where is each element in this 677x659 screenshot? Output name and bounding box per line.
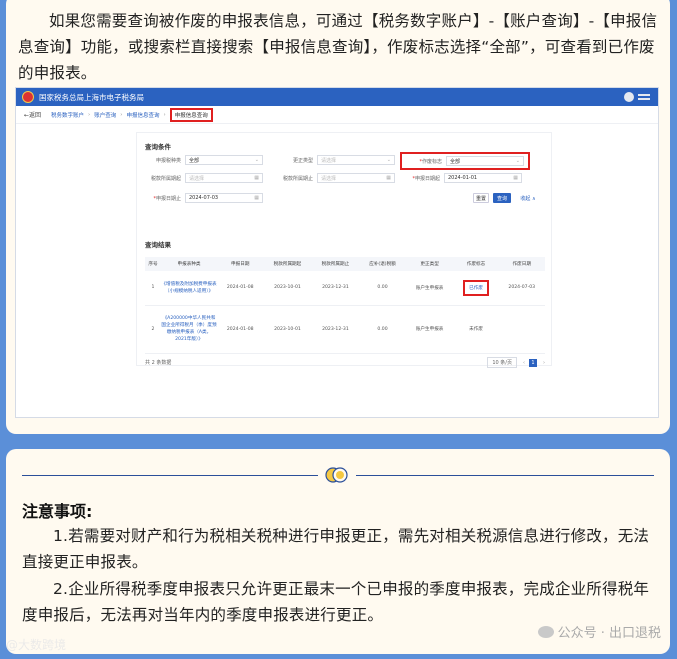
next-page-button[interactable]: ›	[543, 360, 545, 366]
calendar-icon: ▦	[513, 175, 518, 181]
query-panel: 查询条件 申报税种类 全部 ⌄ 更正类型 请选择 ⌄ *作废标志 全部 ⌄ 税款所属期…	[136, 132, 552, 368]
column-header: 申报表种类	[161, 257, 217, 271]
toggle-icon	[325, 467, 348, 483]
declare-end-field: *申报日期止 2024-07-03 ▦	[141, 193, 263, 203]
column-header: 作废标志	[453, 257, 499, 271]
cell-flag: 已作废	[453, 271, 499, 306]
chevron-down-icon: ⌄	[254, 157, 259, 163]
breadcrumb-separator: ›	[88, 111, 91, 118]
table-row: 2 《A200000中华人民共和国企业所得税月（季）度预缴纳税申报表（A类，20…	[145, 305, 545, 354]
cell-void-date	[498, 305, 545, 354]
page-number[interactable]: 1	[529, 358, 537, 367]
cell-type: 账户生申报表	[405, 271, 454, 306]
breadcrumb-separator: ›	[163, 111, 166, 118]
cell-end: 2023-12-31	[311, 271, 360, 306]
void-flag-select[interactable]: 全部 ⌄	[446, 156, 524, 166]
watermark-text: 公众号 · 出口退税	[557, 626, 661, 641]
cell-void-date: 2024-07-03	[498, 271, 545, 306]
void-flag-field: *作废标志 全部 ⌄	[400, 152, 530, 170]
divider-left	[22, 475, 318, 476]
pagination: 共 2 条数据 10 条/页 ‹ 1 ›	[145, 357, 545, 368]
reset-button[interactable]: 重置	[473, 193, 489, 203]
column-header: 税款所属期止	[311, 257, 360, 271]
query-section-title: 查询条件	[145, 143, 171, 151]
field-label: *申报日期止	[153, 195, 181, 202]
cell-date: 2024-01-08	[217, 305, 264, 354]
breadcrumb: ←返回 税务数字账户 › 账户查询 › 申报信息查询 › 申报信息查询	[16, 106, 658, 124]
breadcrumb-item[interactable]: 申报信息查询	[126, 111, 159, 119]
cell-type: 账户生申报表	[405, 305, 454, 354]
chevron-down-icon: ⌄	[386, 157, 391, 163]
field-label: 税款所属期起	[150, 175, 181, 182]
period-end-input[interactable]: 请选择 ▦	[317, 173, 395, 183]
field-label: 申报税种类	[155, 157, 181, 164]
page-size-select[interactable]: 10 条/页	[487, 357, 517, 368]
column-header: 更正类型	[405, 257, 454, 271]
watermark-left: @大数跨境	[6, 638, 67, 652]
back-button[interactable]: ←返回	[24, 110, 41, 119]
declare-end-input[interactable]: 2024-07-03 ▦	[185, 193, 263, 203]
status-badge: 已作废	[463, 279, 489, 296]
field-label: *申报日期起	[412, 175, 440, 182]
period-end-field: 税款所属期止 请选择 ▦	[273, 173, 395, 183]
cell-end: 2023-12-31	[311, 305, 360, 354]
wechat-icon	[537, 625, 554, 638]
column-header: 应补(退)税额	[359, 257, 406, 271]
watermark: 公众号 · 出口退税	[537, 622, 661, 641]
menu-icon[interactable]	[638, 94, 650, 100]
chevron-down-icon: ⌄	[515, 158, 520, 164]
cell-amount: 0.00	[359, 271, 406, 306]
column-header: 作废日期	[498, 257, 545, 271]
tab-current[interactable]: 申报信息查询	[169, 107, 213, 122]
tax-kind-select[interactable]: 全部 ⌄	[185, 155, 263, 165]
form-link[interactable]: 《增值税及附加税费申报表（小规模纳税人适用）》	[161, 271, 217, 306]
period-start-input[interactable]: 请选择 ▦	[185, 173, 263, 183]
result-section-title: 查询结果	[145, 241, 171, 249]
prev-page-button[interactable]: ‹	[523, 360, 525, 366]
intro-text: 如果您需要查询被作废的申报表信息，可通过【税务数字账户】-【账户查询】-【申报信…	[18, 12, 658, 82]
query-button[interactable]: 查询	[493, 193, 511, 203]
note-item: 2.企业所得税季度申报表只允许更正最末一个已申报的季度申报表，完成企业所得税年度…	[22, 580, 650, 624]
result-table: 序号 申报表种类 申报日期 税款所属期起 税款所属期止 应补(退)税额 更正类型…	[145, 257, 545, 354]
note-item: 1.若需要对财产和行为税相关税种进行申报更正，需先对相关税源信息进行修改，无法直…	[22, 527, 650, 571]
calendar-icon: ▦	[386, 175, 391, 181]
field-label: 税款所属期止	[282, 175, 313, 182]
breadcrumb-item[interactable]: 税务数字账户	[51, 111, 84, 119]
column-header: 申报日期	[217, 257, 264, 271]
embedded-screenshot: 国家税务总局上海市电子税务局 ←返回 税务数字账户 › 账户查询 › 申报信息查…	[15, 87, 659, 418]
correction-type-field: 更正类型 请选择 ⌄	[273, 155, 395, 165]
cell-seq: 2	[145, 305, 161, 354]
table-row: 1 《增值税及附加税费申报表（小规模纳税人适用）》 2024-01-08 202…	[145, 271, 545, 306]
declare-start-input[interactable]: 2024-01-01 ▦	[444, 173, 522, 183]
cell-start: 2023-10-01	[263, 305, 312, 354]
period-start-field: 税款所属期起 请选择 ▦	[141, 173, 263, 183]
notes-title: 注意事项:	[22, 502, 93, 521]
field-label: 更正类型	[292, 157, 313, 164]
field-label: *作废标志	[419, 158, 442, 165]
cell-amount: 0.00	[359, 305, 406, 354]
declare-start-field: *申报日期起 2024-01-01 ▦	[400, 173, 522, 183]
tax-kind-field: 申报税种类 全部 ⌄	[141, 155, 263, 165]
form-link[interactable]: 《A200000中华人民共和国企业所得税月（季）度预缴纳税申报表（A类，2021…	[161, 305, 217, 354]
cell-seq: 1	[145, 271, 161, 306]
cell-start: 2023-10-01	[263, 271, 312, 306]
tax-emblem-icon	[22, 91, 34, 103]
site-title: 国家税务总局上海市电子税务局	[39, 92, 144, 102]
total-count: 共 2 条数据	[145, 360, 172, 366]
calendar-icon: ▦	[254, 175, 259, 181]
breadcrumb-item[interactable]: 账户查询	[94, 111, 116, 119]
site-header: 国家税务总局上海市电子税务局	[16, 88, 658, 106]
avatar[interactable]	[624, 92, 634, 102]
divider-right	[356, 475, 654, 476]
column-header: 税款所属期起	[263, 257, 312, 271]
collapse-button[interactable]: 收起 ∧	[517, 193, 539, 203]
correction-type-select[interactable]: 请选择 ⌄	[317, 155, 395, 165]
cell-flag: 未作废	[453, 305, 499, 354]
column-header: 序号	[145, 257, 161, 271]
breadcrumb-separator: ›	[120, 111, 123, 118]
calendar-icon: ▦	[254, 195, 259, 201]
intro-paragraph: 如果您需要查询被作废的申报表信息，可通过【税务数字账户】-【账户查询】-【申报信…	[18, 8, 663, 86]
cell-date: 2024-01-08	[217, 271, 264, 306]
